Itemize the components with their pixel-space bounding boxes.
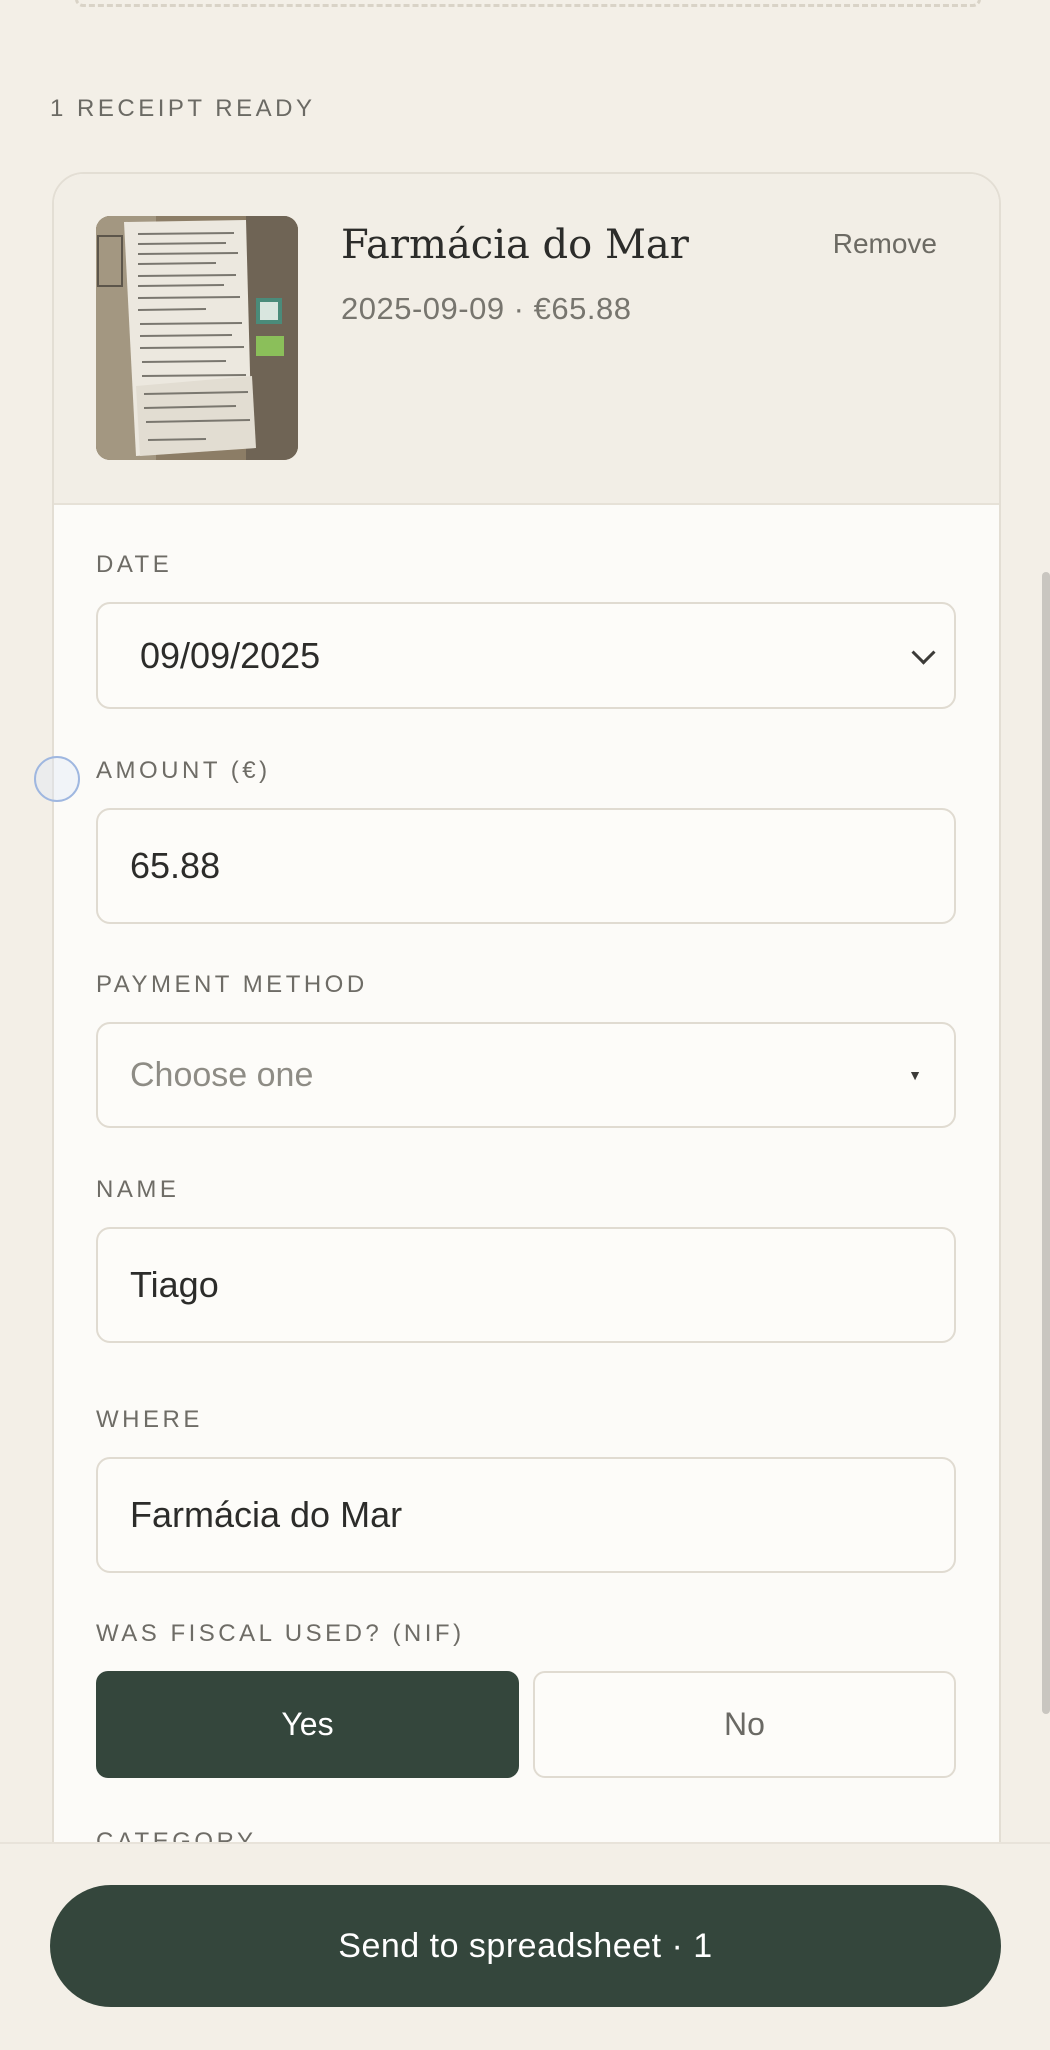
name-label: NAME (96, 1176, 180, 1203)
scrollbar[interactable] (1042, 572, 1050, 1714)
chevron-down-icon (911, 640, 936, 665)
remove-receipt-button[interactable]: Remove (833, 228, 937, 260)
upload-dropzone-edge (75, 0, 981, 7)
fiscal-label: WAS FISCAL USED? (NIF) (96, 1620, 465, 1647)
date-field[interactable]: 09/09/2025 (96, 602, 956, 709)
receipt-merchant-title: Farmácia do Mar (341, 222, 689, 268)
receipt-card-header: Farmácia do Mar 2025-09-09 · €65.88 Remo… (54, 174, 999, 505)
name-value: Tiago (130, 1264, 219, 1305)
send-to-spreadsheet-button[interactable]: Send to spreadsheet · 1 (50, 1885, 1001, 2007)
payment-method-label: PAYMENT METHOD (96, 971, 368, 998)
name-field[interactable]: Tiago (96, 1227, 956, 1343)
date-label: DATE (96, 551, 173, 578)
amount-value: 65.88 (130, 845, 221, 886)
touch-indicator (34, 756, 80, 802)
receipt-date-amount: 2025-09-09 · €65.88 (341, 291, 632, 326)
where-label: WHERE (96, 1406, 203, 1433)
payment-method-select[interactable]: Choose one ▼ (96, 1022, 956, 1128)
receipt-card: Farmácia do Mar 2025-09-09 · €65.88 Remo… (52, 172, 1001, 1876)
receipts-ready-label: 1 RECEIPT READY (50, 95, 316, 122)
amount-label: AMOUNT (€) (96, 757, 271, 784)
receipt-thumbnail[interactable] (96, 216, 298, 460)
date-value: 09/09/2025 (140, 634, 321, 676)
amount-field[interactable]: 65.88 (96, 808, 956, 924)
caret-down-icon: ▼ (908, 1067, 922, 1083)
where-field[interactable]: Farmácia do Mar (96, 1457, 956, 1573)
where-value: Farmácia do Mar (130, 1494, 403, 1535)
payment-method-placeholder: Choose one (130, 1055, 314, 1094)
fiscal-no-button[interactable]: No (533, 1671, 956, 1778)
fiscal-yes-button[interactable]: Yes (96, 1671, 519, 1778)
receipt-photo-image (96, 216, 298, 460)
